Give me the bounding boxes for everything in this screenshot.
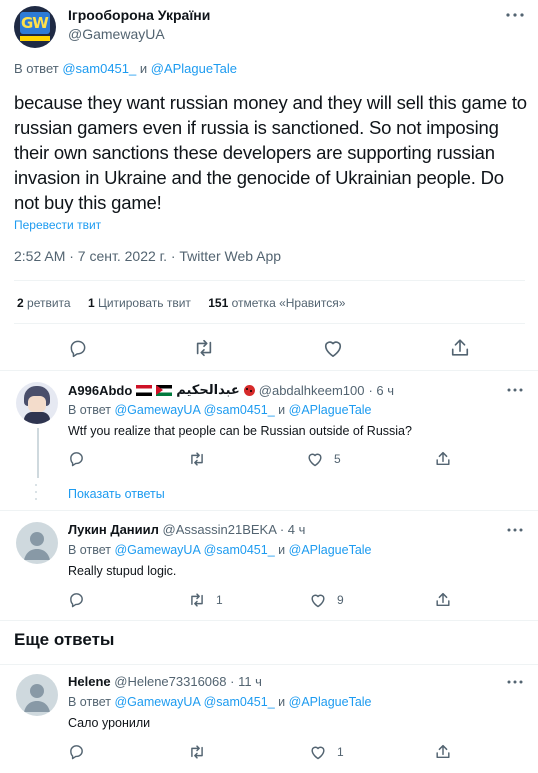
- reply-time[interactable]: · 4 ч: [280, 522, 306, 537]
- mention-link[interactable]: @APlagueTale: [289, 543, 372, 557]
- like-icon[interactable]: [306, 451, 324, 467]
- reply-3-reply-to: В ответ @GamewayUA @sam0451_ и @APlagueT…: [68, 695, 372, 709]
- avatar-logo-text: GW: [21, 14, 49, 32]
- thread-dots: [35, 484, 39, 500]
- mention-link[interactable]: @APlagueTale: [151, 61, 237, 76]
- share-icon[interactable]: [435, 450, 451, 467]
- quotes-stat[interactable]: 1 Цитировать твит: [88, 296, 191, 310]
- reply-author-name[interactable]: Helene: [68, 674, 111, 689]
- mention-link[interactable]: @sam0451_: [204, 543, 275, 557]
- reply-2-avatar[interactable]: [16, 522, 58, 564]
- reply-author-handle[interactable]: @abdalhkeem100: [259, 383, 365, 398]
- flag-iraq-icon: [136, 384, 153, 396]
- flag-palestine-icon: [156, 384, 173, 396]
- main-tweet-reply-to: В ответ @sam0451_ и @APlagueTale: [14, 61, 237, 76]
- like-button[interactable]: 1: [309, 744, 344, 760]
- reply-prefix: В ответ: [68, 403, 111, 417]
- more-options-icon[interactable]: [505, 5, 525, 25]
- reply-3-avatar[interactable]: [16, 674, 58, 716]
- share-icon[interactable]: [435, 743, 451, 760]
- divider: [0, 620, 538, 621]
- more-replies-heading: Еще ответы: [14, 630, 115, 649]
- reply-time[interactable]: · 11 ч: [230, 674, 262, 689]
- retweet-icon[interactable]: [188, 451, 206, 467]
- more-options-icon[interactable]: [505, 520, 525, 540]
- main-tweet-text: because they want russian money and they…: [14, 92, 527, 213]
- divider: [0, 370, 538, 371]
- tweet-stats: 2 ретвита 1 Цитировать твит 151 отметка …: [17, 296, 345, 310]
- likes-stat[interactable]: 151 отметка «Нравится»: [208, 296, 345, 310]
- reply-1-reply-to: В ответ @GamewayUA @sam0451_ и @APlagueT…: [68, 403, 372, 417]
- reply-and: и: [278, 543, 286, 557]
- reply-prefix: В ответ: [14, 61, 59, 76]
- reply-and: и: [278, 695, 286, 709]
- reply-icon[interactable]: [68, 591, 85, 608]
- reply-author-handle[interactable]: @Assassin21BEKA: [163, 522, 277, 537]
- divider: [0, 664, 538, 665]
- reply-author-name[interactable]: A996Abdo: [68, 383, 132, 398]
- reply-time[interactable]: · 6 ч: [368, 383, 394, 398]
- reply-prefix: В ответ: [68, 695, 111, 709]
- reply-2-reply-to: В ответ @GamewayUA @sam0451_ и @APlagueT…: [68, 543, 372, 557]
- more-options-icon[interactable]: [505, 380, 525, 400]
- reply-and: и: [139, 61, 148, 76]
- reply-and: и: [278, 403, 286, 417]
- retweet-count: 1: [216, 593, 223, 607]
- reply-icon[interactable]: [68, 743, 85, 760]
- like-icon[interactable]: [309, 744, 327, 760]
- reply-icon[interactable]: [68, 338, 88, 358]
- share-icon[interactable]: [435, 591, 451, 608]
- more-options-icon[interactable]: [505, 672, 525, 692]
- divider: [0, 510, 538, 511]
- thread-line: [37, 428, 39, 478]
- retweet-button[interactable]: 1: [188, 592, 223, 608]
- main-tweet-author-name[interactable]: Ігрооборона України: [68, 7, 210, 23]
- divider: [14, 280, 525, 281]
- divider: [14, 323, 525, 324]
- reply-1-text: Wtf you realize that people can be Russi…: [68, 424, 412, 438]
- reply-prefix: В ответ: [68, 543, 111, 557]
- retweets-stat[interactable]: 2 ретвита: [17, 296, 71, 310]
- reply-2-header: Лукин Даниил @Assassin21BEKA · 4 ч: [68, 522, 305, 537]
- retweet-icon[interactable]: [188, 744, 206, 760]
- share-icon[interactable]: [450, 337, 470, 358]
- mention-link[interactable]: @APlagueTale: [289, 695, 372, 709]
- mention-link[interactable]: @GamewayUA: [114, 695, 200, 709]
- mention-link[interactable]: @GamewayUA: [114, 543, 200, 557]
- reply-1-header: A996Abdo عبدالحكيم @abdalhkeem100 · 6 ч: [68, 382, 394, 398]
- reply-author-handle[interactable]: @Helene73316068: [114, 674, 226, 689]
- reply-3-header: Helene @Helene73316068 · 11 ч: [68, 674, 262, 689]
- reply-2-text: Really stupud logic.: [68, 564, 177, 578]
- retweet-icon[interactable]: [188, 592, 206, 608]
- like-count: 5: [334, 452, 341, 466]
- main-tweet-avatar[interactable]: GW: [14, 6, 56, 48]
- reply-3-text: Сало уронили: [68, 716, 151, 730]
- show-replies-link[interactable]: Показать ответы: [68, 487, 165, 501]
- like-icon[interactable]: [309, 592, 327, 608]
- mention-link[interactable]: @sam0451_: [204, 695, 275, 709]
- like-count: 9: [337, 593, 344, 607]
- main-tweet-author-handle[interactable]: @GamewayUA: [68, 26, 165, 42]
- ladybug-icon: [243, 384, 255, 396]
- retweet-icon[interactable]: [193, 338, 215, 358]
- like-count: 1: [337, 745, 344, 759]
- like-button[interactable]: 9: [309, 592, 344, 608]
- reply-author-name-suffix[interactable]: عبدالحكيم: [176, 382, 239, 398]
- like-icon[interactable]: [322, 338, 344, 358]
- mention-link[interactable]: @GamewayUA: [114, 403, 200, 417]
- reply-icon[interactable]: [68, 450, 85, 467]
- mention-link[interactable]: @sam0451_: [204, 403, 275, 417]
- translate-tweet-link[interactable]: Перевести твит: [14, 218, 101, 232]
- mention-link[interactable]: @APlagueTale: [289, 403, 372, 417]
- reply-1-avatar[interactable]: [16, 382, 58, 424]
- mention-link[interactable]: @sam0451_: [62, 61, 136, 76]
- like-button[interactable]: 5: [306, 451, 341, 467]
- reply-author-name[interactable]: Лукин Даниил: [68, 522, 159, 537]
- tweet-timestamp[interactable]: 2:52 AM · 7 сент. 2022 г. · Twitter Web …: [14, 248, 281, 264]
